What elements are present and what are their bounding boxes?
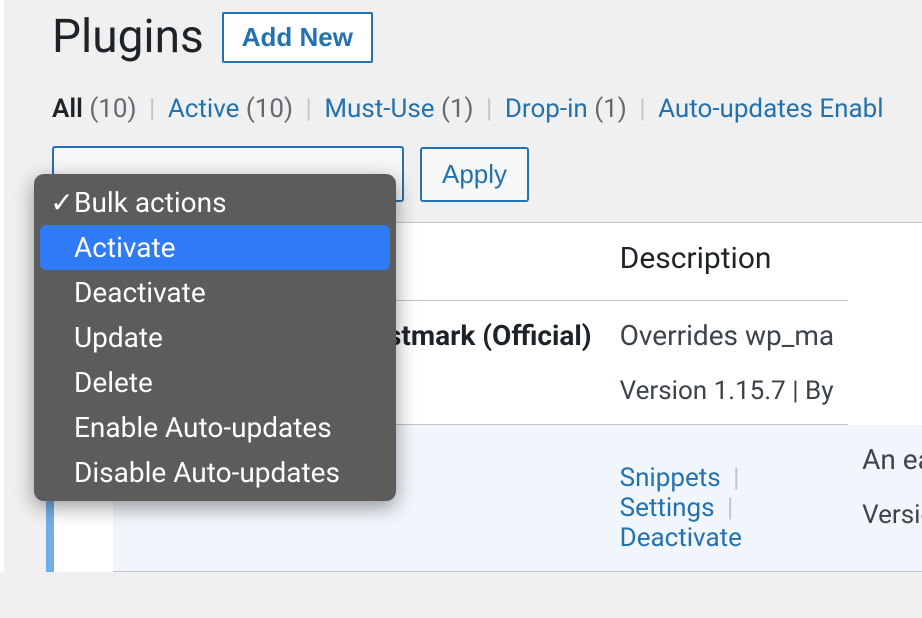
row-actions: Snippets | Settings | Deactivate xyxy=(620,463,835,553)
description-header: Description xyxy=(606,223,849,301)
apply-button[interactable]: Apply xyxy=(420,147,529,202)
filter-autoupdates[interactable]: Auto-updates Enabl xyxy=(658,94,884,124)
dropdown-option-label: Update xyxy=(74,321,163,354)
plugin-description: Overrides wp_ma xyxy=(620,319,835,352)
separator: | xyxy=(721,493,739,523)
filter-all[interactable]: All (10) xyxy=(52,94,143,124)
dropdown-option-activate[interactable]: Activate xyxy=(40,225,390,270)
filter-active-count: (10) xyxy=(246,94,293,124)
filter-dropin[interactable]: Drop-in (1) xyxy=(505,94,633,124)
dropdown-option-enable-auto[interactable]: Enable Auto-updates xyxy=(40,405,390,450)
dropdown-option-label: Delete xyxy=(74,366,153,399)
dropdown-option-bulk-actions[interactable]: ✓ Bulk actions xyxy=(40,180,390,225)
filter-active[interactable]: Active (10) xyxy=(168,94,300,124)
separator: | xyxy=(300,94,318,124)
dropdown-option-label: Bulk actions xyxy=(74,186,227,219)
plugin-description: An easy, clean an xyxy=(862,443,922,476)
plugin-meta: Version 3.0.1 | By xyxy=(862,500,922,530)
filter-active-label: Active xyxy=(168,94,240,124)
add-new-button[interactable]: Add New xyxy=(222,12,373,63)
separator: | xyxy=(727,463,745,493)
dropdown-option-update[interactable]: Update xyxy=(40,315,390,360)
dropdown-option-delete[interactable]: Delete xyxy=(40,360,390,405)
dropdown-option-label: Enable Auto-updates xyxy=(74,411,332,444)
filter-mustuse-count: (1) xyxy=(441,94,474,124)
separator: | xyxy=(480,94,498,124)
separator: | xyxy=(633,94,651,124)
dropdown-option-label: Activate xyxy=(74,231,176,264)
bulk-actions-dropdown[interactable]: ✓ Bulk actions Activate Deactivate Updat… xyxy=(34,174,396,501)
page-title: Plugins xyxy=(52,10,204,64)
plugin-meta: Version 1.15.7 | By xyxy=(620,376,835,406)
row-action-snippets[interactable]: Snippets xyxy=(620,463,721,493)
filter-all-count: (10) xyxy=(89,94,136,124)
filter-all-label: All xyxy=(52,94,83,124)
dropdown-option-disable-auto[interactable]: Disable Auto-updates xyxy=(40,450,390,495)
check-icon: ✓ xyxy=(50,186,74,219)
row-action-settings[interactable]: Settings xyxy=(620,493,715,523)
filter-subsubsub: All (10) | Active (10) | Must-Use (1) | … xyxy=(52,94,922,124)
dropdown-option-label: Deactivate xyxy=(74,276,206,309)
filter-autoupdates-label: Auto-updates Enabl xyxy=(658,94,884,124)
filter-mustuse-label: Must-Use xyxy=(324,94,434,124)
separator: | xyxy=(143,94,161,124)
filter-dropin-count: (1) xyxy=(594,94,627,124)
filter-dropin-label: Drop-in xyxy=(505,94,588,124)
dropdown-option-deactivate[interactable]: Deactivate xyxy=(40,270,390,315)
filter-mustuse[interactable]: Must-Use (1) xyxy=(324,94,480,124)
row-action-deactivate[interactable]: Deactivate xyxy=(620,523,742,553)
dropdown-option-label: Disable Auto-updates xyxy=(74,456,340,489)
